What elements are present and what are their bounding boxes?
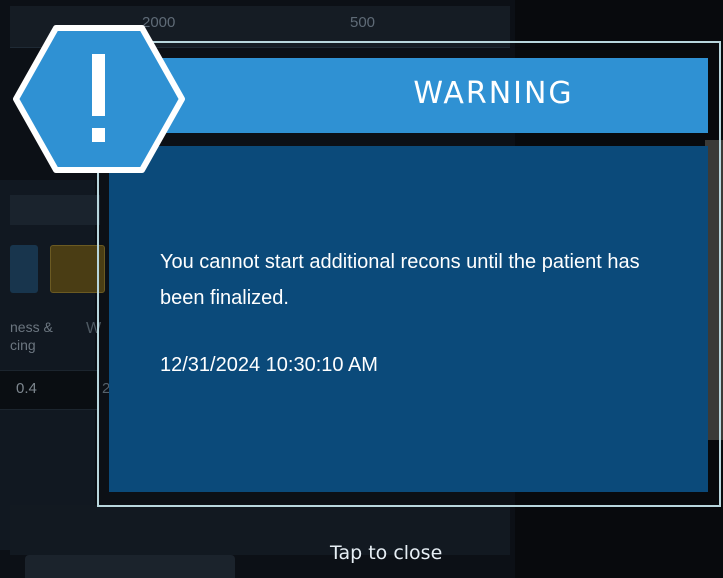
warning-dialog-body: You cannot start additional recons until… — [109, 146, 708, 492]
background-block — [10, 195, 100, 225]
background-thickness-label: ness & cing — [10, 319, 53, 353]
background-bottom-button — [25, 555, 235, 578]
background-row — [0, 370, 97, 410]
warning-exclamation-hexagon-icon — [13, 25, 185, 173]
warning-message: You cannot start additional recons until… — [160, 251, 640, 309]
warning-dialog-header: WARNING — [109, 58, 708, 133]
background-chip — [10, 245, 38, 293]
background-top-value-2: 500 — [350, 14, 376, 31]
background-row-value-1: 0.4 — [16, 380, 37, 397]
background-left-panel — [0, 180, 95, 550]
warning-dialog-title: WARNING — [413, 76, 574, 111]
app-screen: 2000 500 ness & cing W 0.4 2 WARNING You… — [0, 0, 723, 578]
warning-timestamp: 12/31/2024 10:30:10 AM — [160, 354, 378, 376]
tap-to-close-button[interactable]: Tap to close — [330, 542, 442, 564]
background-terminal-text — [525, 528, 635, 576]
